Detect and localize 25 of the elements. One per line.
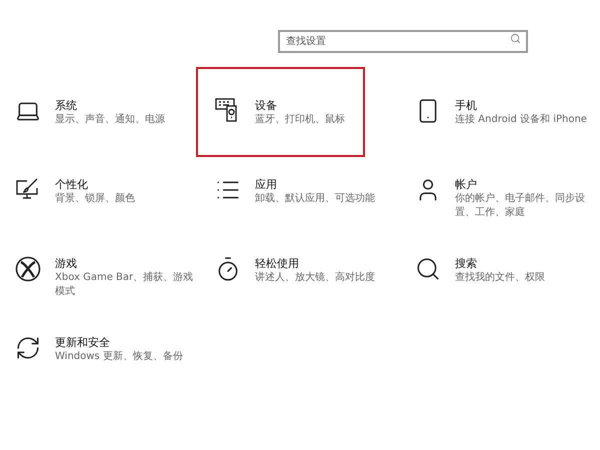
category-title[interactable]: 搜索 — [455, 256, 595, 271]
category-title[interactable]: 应用 — [255, 177, 395, 192]
category-title[interactable]: 设备 — [255, 98, 395, 113]
category-description: 你的帐户、电子邮件、同步设置、工作、家庭 — [455, 192, 586, 220]
xbox-logo-icon — [15, 256, 41, 282]
search-field[interactable]: 查找设置 — [278, 30, 528, 53]
category-title[interactable]: 游戏 — [55, 256, 195, 271]
category-description: 显示、声音、通知、电源 — [55, 113, 166, 127]
category-description: 卸载、默认应用、可选功能 — [255, 192, 376, 206]
category-description: 讲述人、放大镜、高对比度 — [255, 271, 376, 285]
search-icon — [510, 33, 521, 44]
category-title[interactable]: 系统 — [55, 98, 195, 113]
category-title[interactable]: 更新和安全 — [55, 335, 195, 350]
category-description: 蓝牙、打印机、鼠标 — [255, 113, 346, 127]
refresh-icon — [15, 335, 41, 361]
category-description: Xbox Game Bar、捕获、游戏模式 — [55, 271, 194, 299]
category-title[interactable]: 个性化 — [55, 177, 195, 192]
category-description: 连接 Android 设备和 iPhone — [455, 113, 588, 127]
category-description: 背景、锁屏、颜色 — [55, 192, 136, 206]
category-title[interactable]: 轻松使用 — [255, 256, 395, 271]
category-title[interactable]: 手机 — [455, 98, 595, 113]
category-description: Windows 更新、恢复、备份 — [55, 350, 184, 364]
magnifier-icon — [415, 256, 441, 282]
category-title[interactable]: 帐户 — [455, 177, 595, 192]
category-description: 查找我的文件、权限 — [455, 271, 546, 285]
